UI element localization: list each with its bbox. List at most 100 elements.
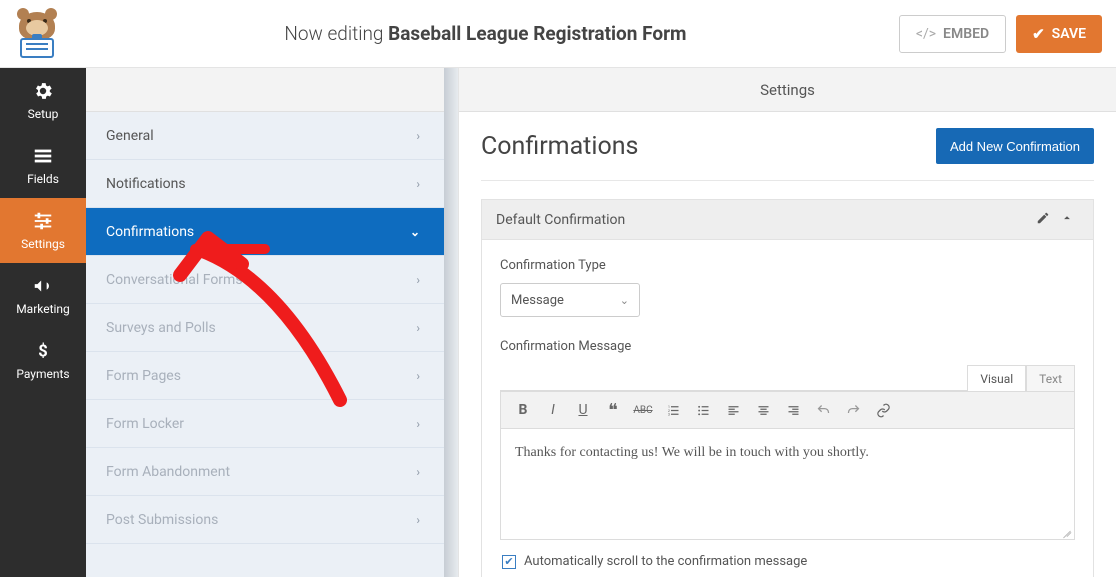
add-confirmation-button[interactable]: Add New Confirmation xyxy=(936,128,1094,164)
align-left-button[interactable] xyxy=(719,396,747,424)
tab-text[interactable]: Text xyxy=(1026,365,1075,391)
chevron-right-icon: › xyxy=(416,513,420,527)
sidebar-item-label: Confirmations xyxy=(106,224,194,240)
edit-icon[interactable] xyxy=(1031,211,1055,229)
vnav-payments[interactable]: $ Payments xyxy=(0,328,86,393)
chevron-right-icon: › xyxy=(416,369,420,383)
wpforms-logo xyxy=(14,12,60,58)
chevron-right-icon: › xyxy=(416,273,420,287)
check-icon: ✔ xyxy=(1032,25,1045,43)
dollar-icon: $ xyxy=(32,340,54,362)
code-icon: </> xyxy=(916,26,936,42)
blockquote-button[interactable]: ❝ xyxy=(599,396,627,424)
vnav-marketing[interactable]: Marketing xyxy=(0,263,86,328)
editor-tabs: Visual Text xyxy=(500,364,1075,390)
sidebar-item-notifications[interactable]: Notifications › xyxy=(86,160,444,208)
vnav-label: Settings xyxy=(21,237,65,251)
chevron-right-icon: › xyxy=(416,321,420,335)
content-header: Settings xyxy=(459,68,1116,112)
check-icon: ✔ xyxy=(504,556,513,567)
top-actions: </> EMBED ✔ SAVE xyxy=(899,15,1102,53)
megaphone-icon xyxy=(32,275,54,297)
sidebar-list: General › Notifications › Confirmations … xyxy=(86,112,444,577)
content-header-label: Settings xyxy=(760,81,815,99)
panel-title: Default Confirmation xyxy=(496,212,625,228)
link-button[interactable] xyxy=(869,396,897,424)
auto-scroll-label: Automatically scroll to the confirmation… xyxy=(524,554,807,569)
vnav-label: Fields xyxy=(27,172,59,186)
editor-body[interactable]: Thanks for contacting us! We will be in … xyxy=(501,429,1074,539)
vnav-setup[interactable]: Setup xyxy=(0,68,86,133)
redo-button[interactable] xyxy=(839,396,867,424)
svg-text:$: $ xyxy=(38,343,47,362)
confirmation-type-select[interactable]: Message ⌄ xyxy=(500,283,640,317)
sidebar-item-confirmations[interactable]: Confirmations ⌄ xyxy=(86,208,444,256)
sliders-icon xyxy=(32,210,54,232)
sidebar-item-label: Conversational Forms xyxy=(106,272,243,288)
content-head: Confirmations Add New Confirmation xyxy=(481,128,1094,181)
underline-button[interactable]: U xyxy=(569,396,597,424)
sidebar-item-form-pages[interactable]: Form Pages › xyxy=(86,352,444,400)
align-right-button[interactable] xyxy=(779,396,807,424)
svg-text:3: 3 xyxy=(667,412,669,416)
resize-handle[interactable] xyxy=(1062,527,1072,537)
checkbox[interactable]: ✔ xyxy=(502,555,516,569)
page-title: Now editing Baseball League Registration… xyxy=(72,22,899,45)
sidebar-item-label: General xyxy=(106,128,154,144)
auto-scroll-row[interactable]: ✔ Automatically scroll to the confirmati… xyxy=(500,540,1075,575)
sidebar-item-label: Form Abandonment xyxy=(106,464,230,480)
bullet-list-button[interactable] xyxy=(689,396,717,424)
editor-value: Thanks for contacting us! We will be in … xyxy=(515,445,869,460)
gear-icon xyxy=(32,80,54,102)
sidebar-header-spacer xyxy=(86,68,444,112)
chevron-right-icon: › xyxy=(416,465,420,479)
chevron-right-icon: › xyxy=(416,417,420,431)
sidebar-item-label: Surveys and Polls xyxy=(106,320,216,336)
save-button[interactable]: ✔ SAVE xyxy=(1016,15,1102,53)
sidebar-item-post-submissions[interactable]: Post Submissions › xyxy=(86,496,444,544)
vertical-nav: Setup Fields Settings Marketing $ Paymen… xyxy=(0,68,86,577)
undo-button[interactable] xyxy=(809,396,837,424)
embed-button[interactable]: </> EMBED xyxy=(899,15,1006,53)
sidebar-item-label: Post Submissions xyxy=(106,512,218,528)
app-body: Setup Fields Settings Marketing $ Paymen… xyxy=(0,68,1116,577)
panel-body: Confirmation Type Message ⌄ Confirmation… xyxy=(482,240,1093,577)
bold-button[interactable]: B xyxy=(509,396,537,424)
sidebar-item-form-locker[interactable]: Form Locker › xyxy=(86,400,444,448)
sidebar-item-label: Form Pages xyxy=(106,368,181,384)
sidebar-item-label: Notifications xyxy=(106,176,186,192)
list-icon xyxy=(32,145,54,167)
settings-sidebar: General › Notifications › Confirmations … xyxy=(86,68,444,577)
chevron-right-icon: › xyxy=(416,129,420,143)
vnav-label: Setup xyxy=(28,107,59,121)
form-name: Baseball League Registration Form xyxy=(388,22,686,45)
content-title: Confirmations xyxy=(481,132,638,161)
sidebar-item-form-abandonment[interactable]: Form Abandonment › xyxy=(86,448,444,496)
vnav-fields[interactable]: Fields xyxy=(0,133,86,198)
sidebar-item-general[interactable]: General › xyxy=(86,112,444,160)
embed-label: EMBED xyxy=(943,26,989,42)
chevron-right-icon: › xyxy=(416,177,420,191)
italic-button[interactable]: I xyxy=(539,396,567,424)
topbar: Now editing Baseball League Registration… xyxy=(0,0,1116,68)
sidebar-item-surveys-polls[interactable]: Surveys and Polls › xyxy=(86,304,444,352)
save-label: SAVE xyxy=(1052,26,1086,42)
vnav-label: Marketing xyxy=(16,302,70,316)
panel-head[interactable]: Default Confirmation xyxy=(482,200,1093,240)
confirmation-panel: Default Confirmation Confirmation Type M… xyxy=(481,199,1094,577)
sidebar-item-label: Form Locker xyxy=(106,416,184,432)
strikethrough-button[interactable]: ABC xyxy=(629,396,657,424)
divider xyxy=(444,68,458,577)
tab-visual[interactable]: Visual xyxy=(967,365,1026,391)
content-area: Settings Confirmations Add New Confirmat… xyxy=(458,68,1116,577)
collapse-icon[interactable] xyxy=(1055,211,1079,229)
vnav-label: Payments xyxy=(16,367,69,381)
align-center-button[interactable] xyxy=(749,396,777,424)
editor: B I U ❝ ABC 123 xyxy=(500,390,1075,540)
chevron-down-icon: ⌄ xyxy=(410,225,420,239)
sidebar-item-conversational-forms[interactable]: Conversational Forms › xyxy=(86,256,444,304)
chevron-down-icon: ⌄ xyxy=(620,294,629,307)
numbered-list-button[interactable]: 123 xyxy=(659,396,687,424)
editor-toolbar: B I U ❝ ABC 123 xyxy=(501,391,1074,429)
vnav-settings[interactable]: Settings xyxy=(0,198,86,263)
